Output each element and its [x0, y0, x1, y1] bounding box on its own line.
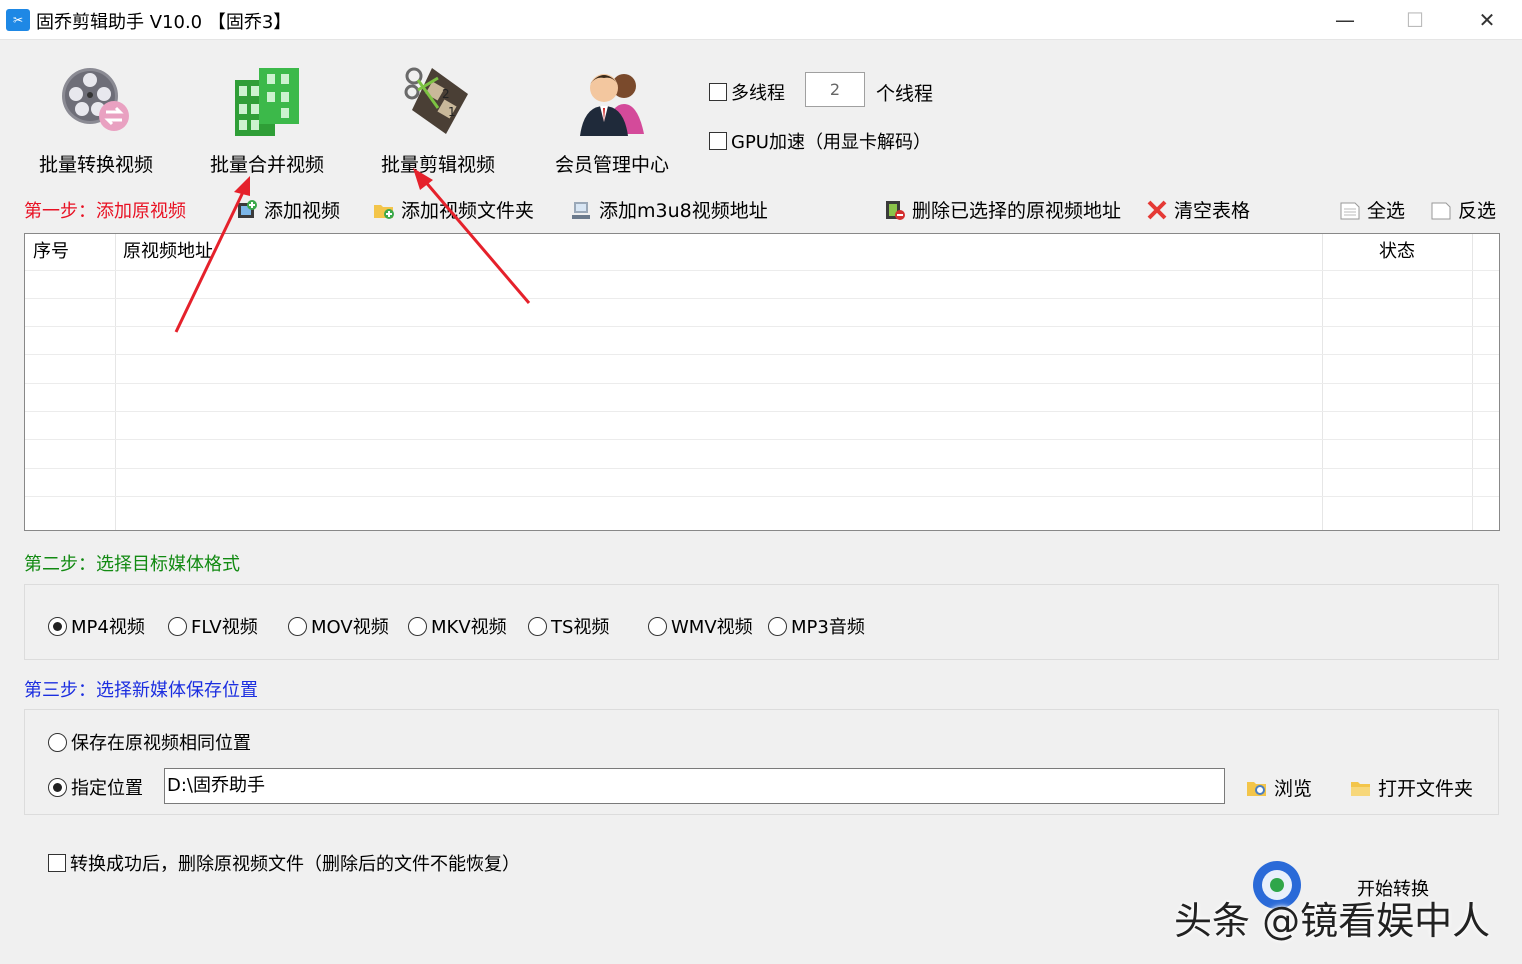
annotation-arrow — [174, 189, 246, 333]
annotation-arrow — [422, 179, 531, 304]
arrow-head — [234, 176, 250, 196]
annotation-arrows — [174, 168, 531, 333]
